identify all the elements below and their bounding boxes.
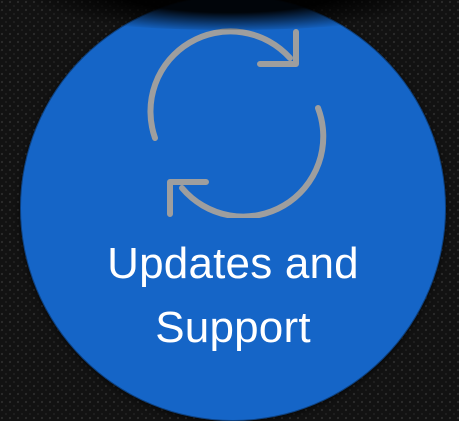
refresh-icon <box>147 28 327 218</box>
tile-title-line-1: Updates and <box>107 239 359 288</box>
tile-title-line-2: Support <box>155 303 311 352</box>
